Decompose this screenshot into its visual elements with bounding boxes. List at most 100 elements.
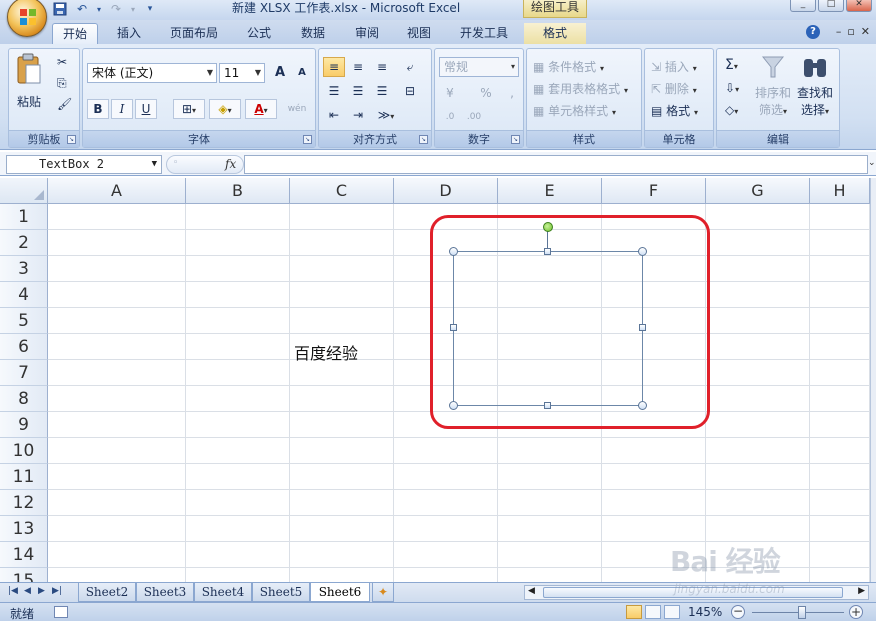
zoom-level[interactable]: 145%	[688, 605, 722, 619]
name-box[interactable]: TextBox 2 ▼	[6, 155, 162, 174]
shrink-font-button[interactable]: A	[291, 63, 313, 83]
cut-icon[interactable]: ✂	[57, 55, 67, 69]
redo-dropdown-icon[interactable]: ▾	[130, 1, 136, 17]
minimize-button[interactable]: _	[790, 0, 816, 12]
resize-handle-top-right[interactable]	[638, 247, 647, 256]
row-header-8[interactable]: 8	[0, 386, 48, 412]
save-icon[interactable]	[52, 1, 68, 17]
autosum-button[interactable]: Σ▾	[725, 57, 738, 73]
last-sheet-icon[interactable]: ▶|	[52, 586, 62, 596]
conditional-format-button[interactable]: ▦ 条件格式 ▾	[533, 58, 604, 75]
column-header-h[interactable]: H	[810, 178, 870, 204]
font-size-select[interactable]: 11 ▼	[219, 63, 265, 83]
align-left-icon[interactable]: ☰	[323, 81, 345, 101]
underline-button[interactable]: U	[135, 99, 157, 119]
decrease-indent-icon[interactable]: ⇤	[323, 105, 345, 125]
align-bottom-icon[interactable]: ≡	[371, 57, 393, 77]
borders-button[interactable]: ⊞▾	[173, 99, 205, 119]
tab-developer[interactable]: 开发工具	[450, 23, 518, 44]
fill-color-button[interactable]: ◈▾	[209, 99, 241, 119]
insert-sheet-button[interactable]: ✦	[372, 583, 394, 602]
row-header-3[interactable]: 3	[0, 256, 48, 282]
delete-cells-button[interactable]: ⇱ 删除 ▾	[651, 80, 697, 97]
resize-handle-bottom[interactable]	[544, 402, 551, 409]
sheet-tab-sheet4[interactable]: Sheet4	[194, 583, 252, 602]
column-header-e[interactable]: E	[498, 178, 602, 204]
font-name-select[interactable]: 宋体 (正文) ▼	[87, 63, 217, 83]
row-header-10[interactable]: 10	[0, 438, 48, 464]
resize-handle-top[interactable]	[544, 248, 551, 255]
number-format-select[interactable]: 常规 ▾	[439, 57, 519, 77]
fill-down-button[interactable]: ⇩▾	[725, 81, 739, 95]
align-center-icon[interactable]: ☰	[347, 81, 369, 101]
expand-formula-bar-icon[interactable]: ⌄	[868, 155, 876, 174]
clear-button[interactable]: ◇▾	[725, 103, 738, 117]
column-header-c[interactable]: C	[290, 178, 394, 204]
zoom-in-icon[interactable]: +	[849, 605, 863, 619]
phonetic-button[interactable]: wén	[281, 99, 313, 119]
sheet-tab-sheet2[interactable]: Sheet2	[78, 583, 136, 602]
align-top-icon[interactable]: ≡	[323, 57, 345, 77]
format-painter-icon[interactable]: 🖌	[57, 97, 72, 111]
clipboard-launcher-icon[interactable]: ↘	[67, 135, 76, 144]
comma-icon[interactable]: ,	[501, 83, 523, 103]
first-sheet-icon[interactable]: |◀	[8, 586, 18, 596]
column-header-g[interactable]: G	[706, 178, 810, 204]
currency-icon[interactable]: ¥	[439, 83, 461, 103]
resize-handle-bottom-left[interactable]	[449, 401, 458, 410]
tab-page-layout[interactable]: 页面布局	[160, 23, 228, 44]
insert-function-button[interactable]: fx	[225, 157, 236, 171]
tab-review[interactable]: 审阅	[344, 23, 390, 44]
row-header-11[interactable]: 11	[0, 464, 48, 490]
cell-c6-text[interactable]: 百度经验	[294, 340, 358, 364]
align-right-icon[interactable]: ☰	[371, 81, 393, 101]
row-header-4[interactable]: 4	[0, 282, 48, 308]
format-as-table-button[interactable]: ▦ 套用表格格式 ▾	[533, 80, 628, 97]
workbook-close-icon[interactable]: ✕	[861, 25, 870, 38]
row-header-6[interactable]: 6	[0, 334, 48, 360]
alignment-launcher-icon[interactable]: ↘	[419, 135, 428, 144]
number-launcher-icon[interactable]: ↘	[511, 135, 520, 144]
sheet-tab-sheet3[interactable]: Sheet3	[136, 583, 194, 602]
workbook-restore-icon[interactable]: ▫	[847, 25, 854, 38]
insert-cells-button[interactable]: ⇲ 插入 ▾	[651, 58, 697, 75]
merge-center-icon[interactable]: ⊟	[399, 81, 421, 101]
increase-indent-icon[interactable]: ⇥	[347, 105, 369, 125]
resize-handle-bottom-right[interactable]	[638, 401, 647, 410]
undo-dropdown-icon[interactable]: ▾	[96, 1, 102, 17]
page-break-view-icon[interactable]	[664, 605, 680, 619]
increase-decimal-icon[interactable]: .0	[439, 107, 461, 127]
vertical-scrollbar[interactable]	[870, 178, 876, 582]
column-header-f[interactable]: F	[602, 178, 706, 204]
font-launcher-icon[interactable]: ↘	[303, 135, 312, 144]
column-header-b[interactable]: B	[186, 178, 290, 204]
paste-button[interactable]: 粘贴	[15, 53, 45, 109]
next-sheet-icon[interactable]: ▶	[38, 586, 45, 596]
row-header-13[interactable]: 13	[0, 516, 48, 542]
page-layout-view-icon[interactable]	[645, 605, 661, 619]
select-all-button[interactable]	[0, 178, 48, 204]
sheet-tab-sheet6[interactable]: Sheet6	[310, 583, 370, 602]
row-header-2[interactable]: 2	[0, 230, 48, 256]
zoom-slider-thumb[interactable]	[798, 606, 806, 619]
prev-sheet-icon[interactable]: ◀	[24, 586, 31, 596]
tab-home[interactable]: 开始	[52, 23, 98, 44]
scroll-right-icon[interactable]: ▶	[858, 586, 865, 596]
scroll-left-icon[interactable]: ◀	[528, 586, 535, 596]
tab-data[interactable]: 数据	[290, 23, 336, 44]
row-header-5[interactable]: 5	[0, 308, 48, 334]
macro-record-icon[interactable]	[54, 606, 68, 618]
row-header-15[interactable]: 15	[0, 568, 48, 582]
row-header-9[interactable]: 9	[0, 412, 48, 438]
format-cells-button[interactable]: ▤ 格式 ▾	[651, 102, 698, 119]
resize-handle-left[interactable]	[450, 324, 457, 331]
sheet-tab-sheet5[interactable]: Sheet5	[252, 583, 310, 602]
maximize-button[interactable]: □	[818, 0, 844, 12]
font-color-button[interactable]: A▾	[245, 99, 277, 119]
customize-qat-icon[interactable]: ▾	[142, 1, 158, 17]
sort-filter-button[interactable]: 排序和 筛选▾	[755, 55, 791, 119]
formula-input[interactable]	[244, 155, 868, 174]
rotation-handle[interactable]	[543, 222, 553, 232]
undo-icon[interactable]: ↶	[74, 1, 90, 17]
normal-view-icon[interactable]	[626, 605, 642, 619]
